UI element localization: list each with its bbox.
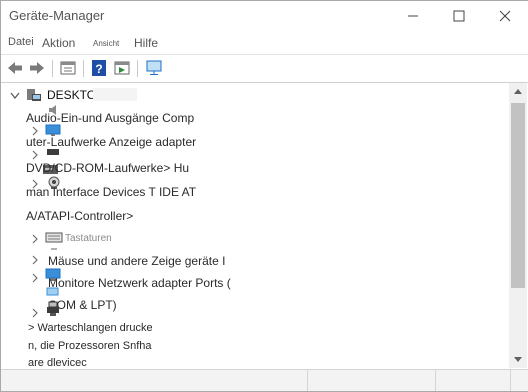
maximize-icon	[453, 10, 465, 22]
monitor-icon	[46, 287, 59, 296]
chevron-right-icon[interactable]	[32, 150, 39, 160]
chevron-right-icon[interactable]	[32, 308, 39, 318]
refresh-icon[interactable]	[113, 59, 131, 77]
tree-line-12[interactable]: are dlevicec	[28, 357, 87, 369]
status-divider	[510, 370, 511, 391]
menu-view[interactable]: Ansicht	[93, 39, 119, 48]
monitor-scan-icon[interactable]	[145, 59, 163, 77]
printer-icon	[47, 301, 59, 316]
status-divider	[435, 370, 436, 391]
device-tree: DESKTOP Audio-Ein-und Ausgänge Comp uter…	[1, 83, 509, 369]
chevron-down-icon[interactable]	[10, 92, 20, 100]
tree-line-3[interactable]: DVD/CD-ROM-Laufwerke> Hu	[26, 161, 189, 175]
minimize-button[interactable]	[390, 1, 436, 31]
toolbar-separator	[137, 60, 138, 77]
vertical-scrollbar[interactable]	[509, 83, 527, 368]
menu-bar: Datei Aktion Ansicht Hilfe	[1, 33, 528, 53]
tree-line-4[interactable]: man Interface Devices T IDE AT	[26, 185, 196, 199]
close-button[interactable]	[482, 1, 528, 31]
tree-line-7[interactable]: Mäuse und andere Zeige geräte I	[48, 254, 225, 268]
menu-action[interactable]: Aktion	[42, 36, 75, 50]
mouse-icon	[51, 248, 57, 250]
tree-line-11[interactable]: n, die Prozessoren Snfha	[28, 340, 152, 352]
tree-line-2[interactable]: uter-Laufwerke Anzeige adapter	[26, 135, 196, 149]
menu-file[interactable]: Datei	[8, 36, 34, 48]
blurred-computer-name	[93, 88, 137, 101]
chevron-right-icon[interactable]	[32, 234, 39, 244]
scroll-down-icon	[514, 356, 522, 362]
help-icon[interactable]: ?	[90, 59, 108, 77]
computer-icon	[27, 89, 41, 101]
chevron-right-icon[interactable]	[32, 273, 39, 283]
minimize-icon	[408, 15, 418, 17]
disk-drive-icon	[47, 149, 59, 155]
scroll-up-icon	[514, 88, 522, 94]
toolbar: ?	[1, 54, 528, 83]
properties-icon[interactable]	[59, 59, 77, 77]
svg-text:?: ?	[95, 62, 102, 76]
scroll-down-button[interactable]	[509, 351, 527, 367]
window-title: Geräte-Manager	[9, 8, 105, 23]
toolbar-separator	[52, 60, 53, 77]
title-bar: Geräte-Manager	[1, 1, 528, 33]
scroll-up-button[interactable]	[509, 83, 527, 99]
status-bar	[1, 369, 528, 391]
keyboard-icon	[45, 232, 63, 243]
device-manager-window: Geräte-Manager Datei Aktion Ansicht Hilf…	[0, 0, 528, 392]
tree-line-5[interactable]: A/ATAPI-Controller>	[26, 209, 133, 223]
tree-line-6[interactable]: Tastaturen	[65, 233, 112, 244]
chevron-right-icon[interactable]	[32, 255, 39, 265]
scrollbar-thumb[interactable]	[511, 103, 525, 288]
tree-line-1[interactable]: Audio-Ein-und Ausgänge Comp	[26, 111, 194, 125]
tree-line-8[interactable]: Monitore Netzwerk adapter Ports (	[48, 276, 231, 290]
status-divider	[307, 370, 308, 391]
tree-line-10[interactable]: > Warteschlangen drucke	[28, 322, 153, 334]
back-arrow-icon[interactable]	[6, 59, 24, 77]
close-icon	[499, 10, 511, 22]
maximize-button[interactable]	[436, 1, 482, 31]
menu-help[interactable]: Hilfe	[134, 36, 158, 50]
toolbar-separator	[83, 60, 84, 77]
forward-arrow-icon[interactable]	[28, 59, 46, 77]
